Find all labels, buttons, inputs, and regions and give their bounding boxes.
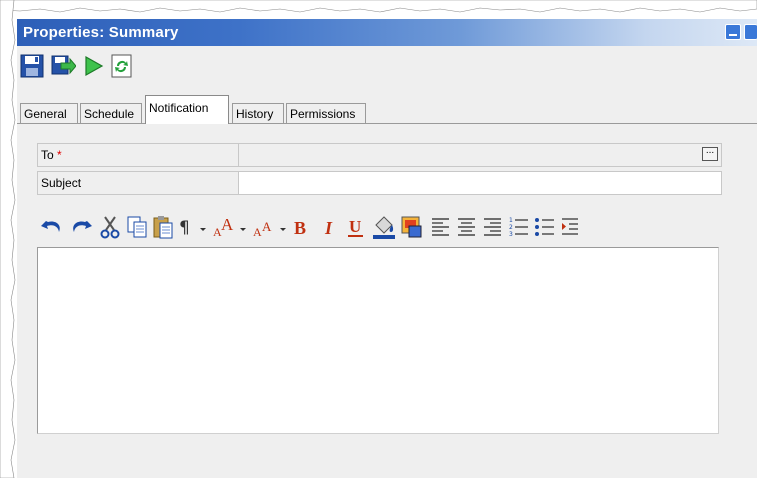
message-body-editor[interactable] <box>37 247 719 434</box>
to-row: To * ... <box>37 143 722 167</box>
copy-icon[interactable] <box>125 214 149 240</box>
indent-icon[interactable] <box>560 214 580 240</box>
subject-row: Subject <box>37 171 722 195</box>
tab-history[interactable]: History <box>232 103 284 124</box>
svg-text:¶: ¶ <box>179 218 190 238</box>
editor-toolbar: ¶ A A A A B I U 1 2 3 <box>39 212 757 242</box>
svg-text:U: U <box>349 217 361 236</box>
background-color-icon[interactable] <box>399 214 425 240</box>
properties-window: Properties: Summary General Schedule Not… <box>17 19 757 478</box>
paste-icon[interactable] <box>151 214 175 240</box>
subject-field[interactable] <box>239 172 721 194</box>
torn-edge-left <box>0 0 16 478</box>
numbered-list-icon[interactable]: 123 <box>508 214 530 240</box>
save-and-close-icon[interactable] <box>50 53 76 79</box>
browse-recipients-button[interactable]: ... <box>702 146 718 161</box>
svg-text:1: 1 <box>509 217 513 224</box>
tab-strip: General Schedule Notification History Pe… <box>17 92 757 124</box>
to-label: To <box>41 148 54 162</box>
tab-general[interactable]: General <box>20 103 78 124</box>
tab-permissions[interactable]: Permissions <box>286 103 366 124</box>
cut-icon[interactable] <box>98 214 122 240</box>
title-bar: Properties: Summary <box>17 19 757 46</box>
font-size-increase-icon[interactable]: A A <box>211 214 251 240</box>
svg-text:A: A <box>262 219 272 234</box>
paragraph-icon[interactable]: ¶ <box>178 214 210 240</box>
svg-text:3: 3 <box>509 231 513 238</box>
align-center-icon[interactable] <box>456 214 478 240</box>
tab-schedule[interactable]: Schedule <box>80 103 142 124</box>
subject-label: Subject <box>38 172 239 194</box>
bold-icon[interactable]: B <box>290 214 312 240</box>
save-icon[interactable] <box>19 53 45 79</box>
underline-icon[interactable]: U <box>345 214 367 240</box>
svg-text:I: I <box>324 218 333 238</box>
tab-divider <box>17 123 757 124</box>
minimize-button[interactable] <box>725 24 741 40</box>
tab-notification[interactable]: Notification <box>145 95 229 124</box>
align-left-icon[interactable] <box>430 214 452 240</box>
undo-icon[interactable] <box>39 214 65 240</box>
font-size-decrease-icon[interactable]: A A <box>251 214 291 240</box>
to-label-cell: To * <box>38 144 239 166</box>
svg-text:B: B <box>294 218 306 238</box>
italic-icon[interactable]: I <box>320 214 340 240</box>
main-toolbar <box>17 49 317 83</box>
bulleted-list-icon[interactable] <box>534 214 556 240</box>
text-color-icon[interactable] <box>371 214 397 240</box>
maximize-button[interactable] <box>744 24 757 40</box>
torn-edge-top <box>0 0 757 13</box>
refresh-icon[interactable] <box>109 53 135 79</box>
align-right-icon[interactable] <box>482 214 504 240</box>
svg-text:A: A <box>253 225 262 239</box>
required-indicator: * <box>57 148 62 162</box>
to-field[interactable] <box>239 144 721 166</box>
svg-text:A: A <box>221 215 234 234</box>
window-title: Properties: Summary <box>23 24 179 41</box>
svg-text:2: 2 <box>509 224 513 231</box>
run-icon[interactable] <box>80 53 106 79</box>
redo-icon[interactable] <box>68 214 94 240</box>
